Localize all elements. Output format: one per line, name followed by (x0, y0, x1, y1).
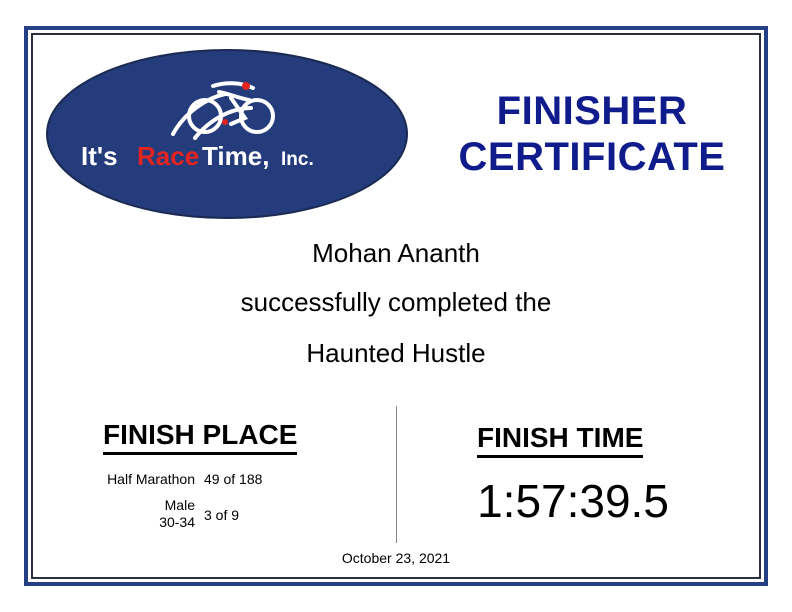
logo-brand-part1: It's (81, 141, 118, 171)
certificate-title: FINISHER CERTIFICATE (432, 88, 752, 180)
event-date: October 23, 2021 (341, 550, 451, 566)
place-row-label-line1: Male (164, 497, 195, 513)
logo-brand-part3: Time, (202, 141, 269, 171)
finish-time-value: 1:57:39.5 (477, 475, 669, 527)
certificate-title-line1: FINISHER (496, 89, 688, 133)
company-logo: It's Race Time, Inc. (45, 48, 409, 220)
finish-place-heading: FINISH PLACE (103, 418, 298, 455)
logo-svg: It's Race Time, Inc. (46, 49, 408, 219)
place-row-value: 3 of 9 (204, 507, 240, 523)
completion-phrase: successfully completed the (240, 287, 552, 317)
event-name: Haunted Hustle (306, 338, 486, 368)
recipient-name: Mohan Ananth (312, 238, 480, 268)
logo-accent-dot (222, 119, 228, 125)
logo-accent-dot (242, 82, 250, 90)
logo-brand-part4: Inc. (281, 149, 314, 170)
certificate-title-line2: CERTIFICATE (458, 135, 726, 179)
section-divider (396, 406, 397, 543)
place-row-label-line2: 30-34 (159, 514, 195, 530)
logo-brand-part2: Race (137, 141, 199, 171)
place-row-label: Half Marathon (107, 471, 195, 487)
finish-time-heading: FINISH TIME (477, 421, 644, 458)
place-row-value: 49 of 188 (204, 471, 263, 487)
place-row-label: Male 30-34 (60, 497, 195, 531)
